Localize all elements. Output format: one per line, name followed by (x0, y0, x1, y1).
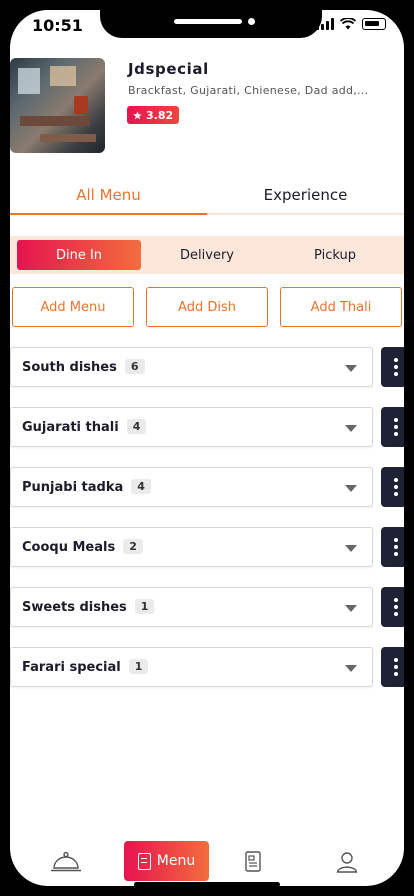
category-name: Punjabi tadka (22, 480, 124, 495)
category-dropdown[interactable]: Punjabi tadka 4 (10, 467, 373, 507)
list-item: South dishes 6 (10, 347, 404, 387)
tab-experience[interactable]: Experience (207, 186, 404, 204)
tab-pickup[interactable]: Pickup (274, 240, 396, 270)
restaurant-photo (10, 58, 105, 153)
chevron-down-icon[interactable] (345, 365, 357, 372)
signal-icon (316, 18, 334, 30)
cloche-icon (51, 851, 81, 872)
nav-profile[interactable] (335, 842, 359, 882)
item-count-badge: 4 (131, 479, 151, 494)
status-time: 10:51 (32, 16, 83, 35)
star-icon (133, 110, 142, 119)
phone-frame: 10:51 Jdspecial Brackfast, Gujarati, Chi… (0, 0, 414, 896)
chevron-down-icon[interactable] (345, 485, 357, 492)
more-options-button[interactable] (381, 647, 404, 687)
orders-icon (245, 851, 261, 872)
category-name: Farari special (22, 660, 121, 675)
chevron-down-icon[interactable] (345, 545, 357, 552)
bottom-navigation: Menu (10, 838, 404, 886)
more-options-button[interactable] (381, 467, 404, 507)
nav-menu-label: Menu (156, 853, 196, 869)
profile-icon (336, 852, 358, 873)
nav-orders-home[interactable] (48, 842, 84, 882)
category-dropdown[interactable]: Farari special 1 (10, 647, 373, 687)
restaurant-header: Jdspecial Brackfast, Gujarati, Chienese,… (10, 58, 404, 154)
tab-delivery[interactable]: Delivery (150, 240, 264, 270)
restaurant-name: Jdspecial (128, 60, 209, 78)
list-item: Farari special 1 (10, 647, 404, 687)
item-count-badge: 4 (126, 419, 147, 434)
category-name: Cooqu Meals (22, 540, 116, 555)
more-options-button[interactable] (381, 587, 404, 627)
category-name: Gujarati thali (22, 420, 119, 435)
add-thali-button[interactable]: Add Thali (280, 287, 402, 327)
list-item: Gujarati thali 4 (10, 407, 404, 447)
speaker-grille (174, 19, 242, 24)
more-options-button[interactable] (381, 527, 404, 567)
service-type-tabs: Dine In Delivery Pickup (10, 236, 404, 274)
add-menu-button[interactable]: Add Menu (12, 287, 134, 327)
category-name: South dishes (22, 360, 117, 375)
list-item: Cooqu Meals 2 (10, 527, 404, 567)
list-item: Punjabi tadka 4 (10, 467, 404, 507)
home-indicator (134, 882, 280, 886)
add-actions: Add Menu Add Dish Add Thali (12, 287, 402, 327)
tab-dine-in[interactable]: Dine In (17, 240, 141, 270)
more-options-button[interactable] (381, 347, 404, 387)
item-count-badge: 1 (128, 659, 149, 674)
category-dropdown[interactable]: Gujarati thali 4 (10, 407, 373, 447)
nav-orders[interactable] (242, 842, 266, 882)
item-count-badge: 6 (124, 359, 145, 374)
rating-badge: 3.82 (127, 106, 180, 124)
app-screen: 10:51 Jdspecial Brackfast, Gujarati, Chi… (10, 10, 404, 886)
tab-all-menu[interactable]: All Menu (10, 186, 207, 204)
active-tab-indicator (10, 213, 207, 215)
item-count-badge: 2 (123, 539, 143, 554)
device-notch (100, 10, 322, 38)
camera-dot (248, 18, 255, 25)
chevron-down-icon[interactable] (345, 605, 357, 612)
add-dish-button[interactable]: Add Dish (146, 287, 268, 327)
wifi-icon (340, 18, 356, 30)
rating-value: 3.82 (146, 108, 174, 122)
status-icons (316, 18, 386, 30)
chevron-down-icon[interactable] (345, 665, 357, 672)
category-dropdown[interactable]: South dishes 6 (10, 347, 373, 387)
restaurant-description: Brackfast, Gujarati, Chienese, Dad add,.… (128, 84, 369, 97)
battery-icon (362, 18, 386, 30)
category-name: Sweets dishes (22, 600, 127, 615)
category-dropdown[interactable]: Cooqu Meals 2 (10, 527, 373, 567)
main-tabs: All Menu Experience (10, 180, 404, 215)
menu-book-icon (137, 852, 151, 870)
list-item: Sweets dishes 1 (10, 587, 404, 627)
chevron-down-icon[interactable] (345, 425, 357, 432)
category-dropdown[interactable]: Sweets dishes 1 (10, 587, 373, 627)
item-count-badge: 1 (134, 599, 155, 614)
nav-menu-button[interactable]: Menu (124, 841, 209, 881)
more-options-button[interactable] (381, 407, 404, 447)
